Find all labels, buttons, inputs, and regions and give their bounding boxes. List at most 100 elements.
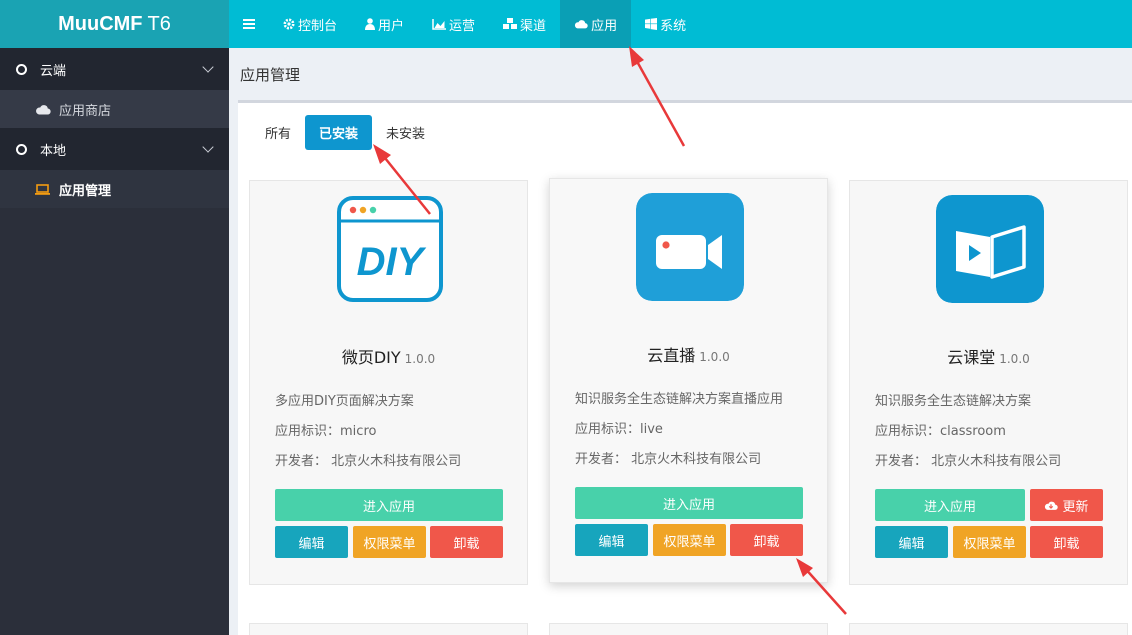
app-version: 1.0.0 — [404, 352, 436, 366]
edit-button[interactable]: 编辑 — [275, 526, 348, 558]
menu-toggle-icon[interactable] — [229, 0, 269, 48]
circle-icon — [16, 63, 27, 75]
app-identifier-value: classroom — [940, 424, 1006, 439]
sidebar-group-label: 本地 — [40, 143, 67, 159]
nav-channels[interactable]: 渠道 — [489, 0, 560, 48]
app-developer-label: 开发者： — [575, 452, 628, 467]
chevron-down-icon — [202, 141, 214, 153]
tab-installed[interactable]: 已安装 — [305, 115, 373, 150]
app-identifier: 应用标识：live — [575, 418, 663, 437]
permission-menu-button[interactable]: 权限菜单 — [653, 524, 726, 556]
app-description: 知识服务全生态链解决方案 — [875, 394, 1032, 409]
sidebar-item-app-management[interactable]: 应用管理 — [0, 170, 229, 208]
nav-dashboard[interactable]: 控制台 — [269, 0, 351, 48]
app-developer-value: 北京火木科技有限公司 — [331, 454, 462, 469]
chevron-down-icon — [202, 61, 214, 73]
laptop-icon — [35, 183, 51, 195]
tab-not-installed[interactable]: 未安装 — [372, 115, 439, 150]
nav-users[interactable]: 用户 — [351, 0, 418, 48]
top-navbar: 控制台 用户 运营 渠道 应用 系统 — [229, 0, 1132, 48]
enter-app-button[interactable]: 进入应用 — [875, 489, 1025, 521]
cloud-download-icon — [1045, 501, 1059, 510]
update-label: 更新 — [1062, 499, 1089, 515]
app-developer: 开发者： 北京火木科技有限公司 — [275, 450, 461, 469]
nav-label: 渠道 — [520, 18, 547, 34]
app-title: 微页DIY 1.0.0 — [250, 344, 527, 368]
nav-label: 控制台 — [298, 18, 338, 34]
tab-bar: 所有 已安装 未安装 — [251, 115, 439, 150]
uninstall-button[interactable]: 卸载 — [430, 526, 503, 558]
app-card-live: 云直播 1.0.0 知识服务全生态链解决方案直播应用 应用标识：live 开发者：… — [549, 178, 828, 583]
edit-button[interactable]: 编辑 — [575, 524, 648, 556]
app-description: 多应用DIY页面解决方案 — [275, 394, 414, 409]
cubes-icon — [503, 18, 518, 30]
cloud-icon — [574, 19, 588, 29]
user-icon — [365, 18, 376, 30]
uninstall-button[interactable]: 卸载 — [730, 524, 803, 556]
apps-panel: 所有 已安装 未安装 DIY 微页DIY 1.0.0 多应用DIY页面解决方案 应… — [238, 100, 1132, 635]
enter-app-button[interactable]: 进入应用 — [275, 489, 503, 521]
app-identifier-value: live — [640, 422, 663, 437]
sidebar-group-local[interactable]: 本地 — [0, 128, 229, 170]
sidebar-group-cloud[interactable]: 云端 — [0, 48, 229, 90]
app-title: 云课堂 1.0.0 — [850, 344, 1127, 368]
svg-text:DIY: DIY — [357, 240, 427, 284]
brand-logo[interactable]: MuuCMF T6 — [0, 0, 229, 48]
app-developer: 开发者： 北京火木科技有限公司 — [875, 450, 1061, 469]
app-version: 1.0.0 — [699, 350, 730, 364]
live-app-logo — [636, 193, 744, 301]
sidebar-group-label: 云端 — [40, 63, 67, 79]
app-version: 1.0.0 — [999, 352, 1030, 366]
classroom-app-logo — [936, 195, 1044, 303]
update-button[interactable]: 更新 — [1030, 489, 1103, 521]
brand-suffix: T6 — [147, 12, 171, 35]
gear-icon — [283, 18, 295, 30]
sidebar: MuuCMF T6 云端 应用商店 本地 应用管理 — [0, 0, 229, 635]
nav-label: 运营 — [449, 18, 476, 34]
nav-operations[interactable]: 运营 — [418, 0, 489, 48]
edit-button[interactable]: 编辑 — [875, 526, 948, 558]
diy-app-logo: DIY — [336, 195, 444, 303]
app-name: 云直播 — [647, 346, 696, 365]
uninstall-button[interactable]: 卸载 — [1030, 526, 1103, 558]
app-card-partial — [549, 623, 828, 635]
app-card-micro: DIY 微页DIY 1.0.0 多应用DIY页面解决方案 应用标识：micro 开… — [249, 180, 528, 585]
app-identifier: 应用标识：micro — [275, 420, 376, 439]
app-card-partial — [249, 623, 528, 635]
app-description: 知识服务全生态链解决方案直播应用 — [575, 392, 784, 407]
app-identifier-label: 应用标识： — [575, 422, 641, 437]
windows-icon — [645, 18, 658, 30]
app-identifier: 应用标识：classroom — [875, 420, 1006, 439]
app-developer: 开发者： 北京火木科技有限公司 — [575, 448, 761, 467]
sidebar-item-label: 应用管理 — [59, 183, 112, 199]
nav-system[interactable]: 系统 — [631, 0, 700, 48]
enter-app-button[interactable]: 进入应用 — [575, 487, 803, 519]
app-identifier-label: 应用标识： — [275, 424, 341, 439]
app-name: 云课堂 — [947, 348, 996, 367]
tab-all[interactable]: 所有 — [251, 115, 305, 150]
app-developer-label: 开发者： — [275, 454, 328, 469]
nav-apps[interactable]: 应用 — [560, 0, 632, 48]
sidebar-item-label: 应用商店 — [59, 103, 112, 119]
sidebar-item-app-store[interactable]: 应用商店 — [0, 90, 229, 128]
permission-menu-button[interactable]: 权限菜单 — [953, 526, 1026, 558]
circle-icon — [16, 143, 27, 155]
app-card-classroom: 云课堂 1.0.0 知识服务全生态链解决方案 应用标识：classroom 开发者… — [849, 180, 1128, 585]
nav-label: 应用 — [591, 18, 618, 34]
app-identifier-label: 应用标识： — [875, 424, 941, 439]
chart-icon — [432, 18, 447, 30]
main-content: 应用管理 所有 已安装 未安装 DIY 微页DIY 1.0.0 多应用DIY页面… — [229, 48, 1132, 635]
cloud-icon — [35, 104, 51, 115]
nav-label: 系统 — [660, 18, 687, 34]
brand-name: MuuCMF — [58, 12, 143, 35]
app-title: 云直播 1.0.0 — [550, 342, 827, 366]
app-card-partial — [849, 623, 1128, 635]
app-name: 微页DIY — [341, 348, 401, 367]
nav-label: 用户 — [378, 18, 405, 34]
permission-menu-button[interactable]: 权限菜单 — [353, 526, 426, 558]
app-developer-value: 北京火木科技有限公司 — [631, 452, 762, 467]
app-identifier-value: micro — [340, 424, 377, 439]
page-title: 应用管理 — [240, 66, 301, 84]
app-developer-label: 开发者： — [875, 454, 928, 469]
app-developer-value: 北京火木科技有限公司 — [931, 454, 1062, 469]
